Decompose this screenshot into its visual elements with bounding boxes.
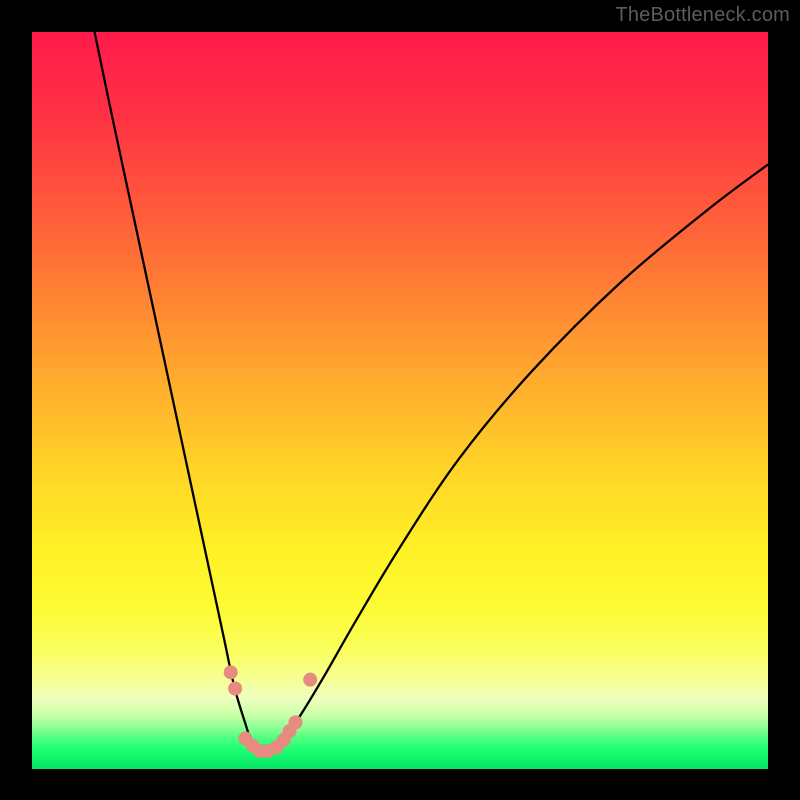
data-marker [228,682,242,696]
data-marker [303,673,317,687]
chart-frame: TheBottleneck.com [0,0,800,800]
watermark-text: TheBottleneck.com [615,4,790,27]
chart-plot-area [32,32,768,768]
bottleneck-curve [95,32,768,754]
data-marker [288,715,302,729]
curve-svg [32,32,768,768]
data-marker [224,665,238,679]
